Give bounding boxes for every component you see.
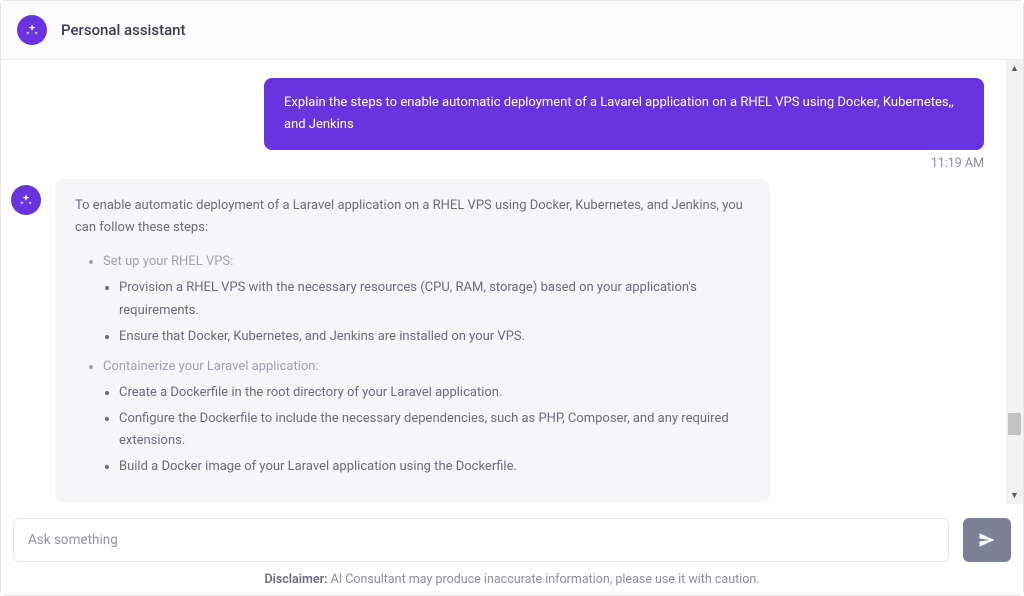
steps-list: Set up your RHEL VPS: Provision a RHEL V… bbox=[75, 251, 750, 478]
message-input[interactable] bbox=[13, 518, 949, 562]
substeps-list: Provision a RHEL VPS with the necessary … bbox=[103, 277, 750, 347]
composer-row bbox=[13, 518, 1011, 562]
sparkles-icon bbox=[25, 23, 39, 37]
user-message-row: Explain the steps to enable automatic de… bbox=[1, 60, 1006, 150]
scroll-thumb[interactable] bbox=[1008, 413, 1021, 435]
disclaimer-text: Disclaimer: AI Consultant may produce in… bbox=[13, 572, 1011, 589]
send-button[interactable] bbox=[963, 518, 1011, 562]
user-message-bubble: Explain the steps to enable automatic de… bbox=[264, 78, 984, 150]
vertical-scrollbar[interactable]: ▲ ▼ bbox=[1006, 60, 1023, 504]
step-title: Set up your RHEL VPS: bbox=[103, 251, 750, 273]
assistant-message-bubble: To enable automatic deployment of a Lara… bbox=[55, 179, 770, 502]
list-item: Create a Dockerfile in the root director… bbox=[119, 382, 750, 404]
messages-content: Explain the steps to enable automatic de… bbox=[1, 60, 1006, 504]
list-item: Provision a RHEL VPS with the necessary … bbox=[119, 277, 750, 321]
message-timestamp: 11:19 AM bbox=[1, 150, 1006, 179]
header: Personal assistant bbox=[1, 1, 1023, 60]
assistant-intro-text: To enable automatic deployment of a Lara… bbox=[75, 195, 750, 239]
step-title: Containerize your Laravel application: bbox=[103, 356, 750, 378]
assistant-avatar bbox=[11, 185, 41, 215]
messages-scroll-area: Explain the steps to enable automatic de… bbox=[1, 60, 1023, 504]
substeps-list: Create a Dockerfile in the root director… bbox=[103, 382, 750, 478]
composer-footer: Disclaimer: AI Consultant may produce in… bbox=[1, 504, 1023, 595]
chat-app: Personal assistant Explain the steps to … bbox=[0, 0, 1024, 596]
scroll-up-arrow-icon[interactable]: ▲ bbox=[1006, 60, 1023, 77]
list-item: Build a Docker image of your Laravel app… bbox=[119, 456, 750, 478]
list-item: Configure the Dockerfile to include the … bbox=[119, 408, 750, 452]
disclaimer-label: Disclaimer: bbox=[264, 572, 327, 587]
scroll-track[interactable] bbox=[1006, 77, 1023, 487]
send-icon bbox=[977, 530, 997, 550]
list-item: Ensure that Docker, Kubernetes, and Jenk… bbox=[119, 326, 750, 348]
page-title: Personal assistant bbox=[61, 21, 186, 39]
assistant-message-row: To enable automatic deployment of a Lara… bbox=[1, 179, 1006, 502]
scroll-down-arrow-icon[interactable]: ▼ bbox=[1006, 487, 1023, 504]
disclaimer-body: AI Consultant may produce inaccurate inf… bbox=[327, 572, 759, 587]
assistant-avatar-icon bbox=[17, 15, 47, 45]
sparkles-icon bbox=[19, 193, 33, 207]
